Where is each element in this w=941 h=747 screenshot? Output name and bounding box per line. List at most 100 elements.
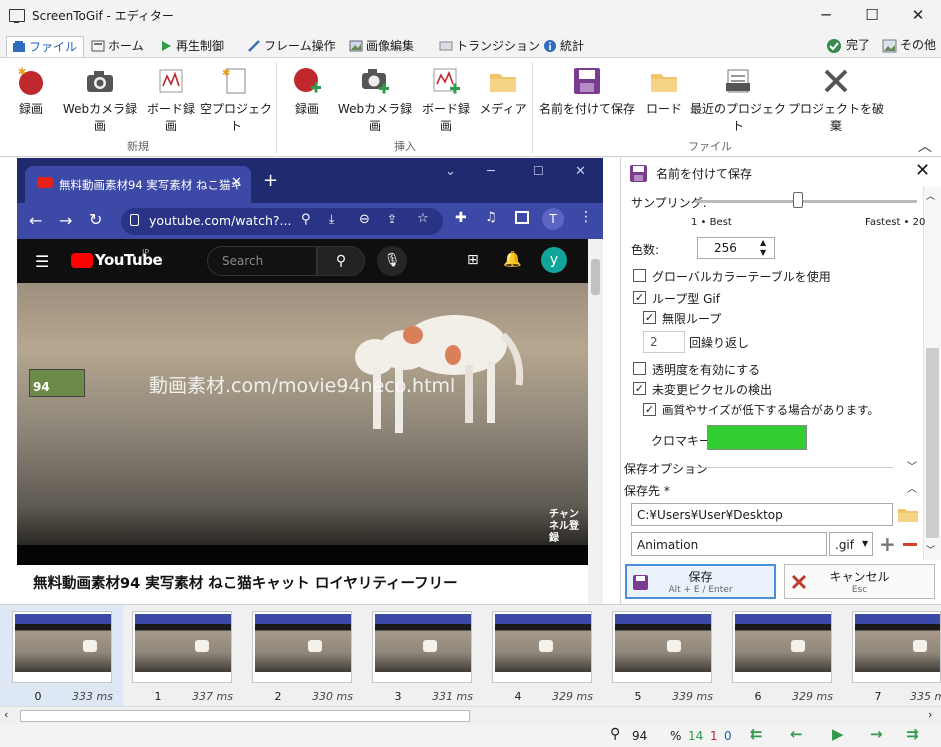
insert-webcam-button[interactable]: Webカメラ録画 (334, 64, 416, 133)
frame-thumbnail[interactable] (12, 611, 112, 683)
minimize-button[interactable]: ─ (803, 0, 849, 32)
filename-input[interactable]: Animation (631, 532, 827, 556)
address-bar[interactable]: youtube.com/watch?... ⚲ ⤓ ⊖ ⇪ ☆ (121, 208, 443, 235)
spinner-icon[interactable]: ▲ ▼ (760, 238, 766, 258)
video-player[interactable]: 94 動画素材.com/movie94neco.html チャンネル登録 (17, 283, 588, 545)
detect-unchanged-checkbox[interactable]: ✓ (633, 382, 646, 395)
extensions-icon[interactable]: ✚ (455, 210, 467, 226)
webcam-record-button[interactable]: Webカメラ録画 (58, 64, 142, 133)
tab-playback[interactable]: 再生制御 (154, 36, 230, 58)
sampling-slider-thumb[interactable] (792, 192, 803, 208)
scroll-up-icon[interactable]: ︿ (926, 189, 935, 202)
youtube-search-input[interactable]: Search (207, 246, 317, 276)
chroma-color-picker[interactable] (707, 425, 807, 450)
zoom-icon[interactable]: ⊖ (359, 212, 370, 227)
tab-search-icon[interactable]: ⌄ (445, 164, 456, 179)
scrollbar-thumb[interactable] (591, 259, 600, 295)
remove-icon[interactable] (903, 543, 917, 546)
forward-icon[interactable]: → (59, 211, 72, 230)
board-record-button[interactable]: ボード録画 (142, 64, 200, 133)
frame-thumbnail[interactable] (492, 611, 592, 683)
save-as-button[interactable]: 名前を付けて保存 (538, 64, 636, 124)
mic-icon[interactable]: 🎙 (377, 246, 407, 276)
save-dest-header[interactable]: 保存先 * (624, 482, 670, 499)
browser-menu-icon[interactable]: ⋮ (579, 209, 593, 225)
quality-warning-checkbox[interactable]: ✓ (643, 403, 656, 416)
first-frame-icon[interactable]: ⇇ (750, 725, 763, 743)
scroll-left-icon[interactable]: ‹ (4, 708, 8, 721)
done-button[interactable]: 完了 (826, 36, 870, 56)
browser-maximize-icon[interactable]: ☐ (533, 164, 544, 178)
tab-frames[interactable]: フレーム操作 (242, 36, 342, 58)
page-scrollbar[interactable] (588, 239, 603, 604)
recent-projects-button[interactable]: 最近のプロジェクト (690, 64, 786, 133)
global-table-checkbox[interactable] (633, 269, 646, 282)
share-icon[interactable]: ⇪ (387, 212, 397, 226)
frame-thumbnail[interactable] (372, 611, 472, 683)
profile-avatar[interactable]: T (542, 208, 564, 230)
tab-statistics[interactable]: 統計 (538, 36, 590, 58)
browser-tab[interactable]: 無料動画素材94 実写素材 ねこ猫キ ✕ (25, 166, 251, 203)
close-tab-icon[interactable]: ✕ (231, 175, 242, 190)
install-icon[interactable]: ⤓ (329, 212, 334, 227)
new-tab-icon[interactable]: + (263, 170, 278, 191)
frame-thumbnail[interactable] (252, 611, 352, 683)
youtube-logo-icon[interactable] (71, 253, 93, 268)
collapse-icon[interactable]: ︿ (907, 480, 917, 495)
frame-thumbnail[interactable] (612, 611, 712, 683)
insert-media-button[interactable]: メディア (478, 64, 528, 124)
expand-icon[interactable]: ﹀ (907, 458, 917, 473)
previous-frame-icon[interactable]: ← (790, 725, 803, 743)
sampling-slider[interactable] (695, 192, 917, 208)
path-input[interactable]: C:¥Users¥User¥Desktop (631, 503, 893, 526)
browser-close-icon[interactable]: ✕ (575, 164, 586, 179)
frame-thumbnail[interactable] (852, 611, 941, 683)
collapse-ribbon-icon[interactable]: ︿ (918, 136, 932, 156)
folder-icon[interactable] (897, 505, 919, 523)
tab-transitions[interactable]: トランジション (434, 36, 546, 58)
close-panel-icon[interactable]: ✕ (915, 160, 930, 181)
back-icon[interactable]: ← (29, 211, 42, 230)
extension-select[interactable]: .gif ▼ (829, 532, 873, 556)
load-button[interactable]: ロード (642, 64, 686, 124)
frame-thumbnail[interactable] (732, 611, 832, 683)
loop-gif-checkbox[interactable]: ✓ (633, 291, 646, 304)
zoom-input[interactable]: 94 (632, 729, 658, 743)
infinite-loop-checkbox[interactable]: ✓ (643, 311, 656, 324)
add-icon[interactable]: + (879, 532, 896, 556)
next-frame-icon[interactable]: → (870, 725, 883, 743)
record-button[interactable]: ✱ 録画 (10, 64, 52, 124)
last-frame-icon[interactable]: ⇉ (906, 725, 919, 743)
discard-project-button[interactable]: プロジェクトを破棄 (788, 64, 884, 133)
frame-thumbnail[interactable] (132, 611, 232, 683)
panel-scrollbar[interactable]: ︿ ﹀ (923, 186, 941, 560)
bookmark-star-icon[interactable]: ☆ (417, 211, 429, 226)
transparency-checkbox[interactable] (633, 362, 646, 375)
tab-home[interactable]: ホーム (86, 36, 150, 58)
insert-record-button[interactable]: 録画 (286, 64, 328, 124)
reload-icon[interactable]: ↻ (89, 210, 102, 229)
maximize-button[interactable]: ☐ (849, 0, 895, 32)
hamburger-icon[interactable]: ☰ (35, 252, 49, 271)
tab-file[interactable]: ファイル (6, 36, 85, 58)
frame-scrollbar[interactable]: ‹ › (0, 706, 941, 724)
create-video-icon[interactable]: ⊞ (467, 252, 479, 268)
subscribe-badge[interactable]: チャンネル登録 (549, 509, 579, 545)
play-icon[interactable]: ▶ (832, 725, 844, 743)
frame-scroll-thumb[interactable] (20, 710, 470, 722)
media-control-icon[interactable]: ♫ (485, 210, 497, 225)
save-options-header[interactable]: 保存オプション (624, 460, 708, 477)
youtube-avatar[interactable]: y (541, 247, 567, 273)
side-panel-icon[interactable] (515, 211, 529, 224)
cancel-button[interactable]: キャンセル Esc (784, 564, 935, 599)
scroll-right-icon[interactable]: › (928, 708, 932, 721)
search-icon[interactable]: ⚲ (301, 212, 311, 227)
other-button[interactable]: その他 (882, 36, 936, 56)
empty-project-button[interactable]: ✱ 空プロジェクト (200, 64, 272, 133)
tab-image-edit[interactable]: 画像編集 (344, 36, 420, 58)
close-button[interactable]: ✕ (895, 0, 941, 32)
zoom-icon[interactable]: ⚲ (610, 726, 620, 742)
colors-input[interactable]: 256 ▲ ▼ (697, 237, 775, 259)
panel-scroll-thumb[interactable] (926, 348, 939, 538)
notifications-bell-icon[interactable]: 🔔 (503, 250, 522, 268)
